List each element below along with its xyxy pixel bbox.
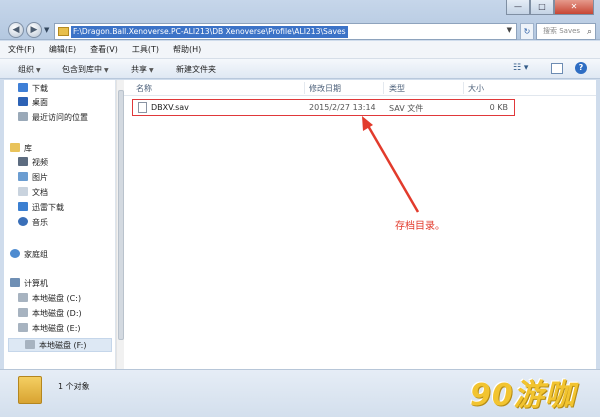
object-count: 1 个对象	[58, 382, 90, 391]
watermark-logo: 90游咖	[470, 378, 576, 413]
arrow-head	[362, 116, 373, 131]
folder-icon	[18, 376, 42, 404]
annotation-text: 存档目录。	[395, 221, 445, 232]
arrow-line	[365, 123, 420, 213]
annotation-arrow	[362, 116, 420, 213]
